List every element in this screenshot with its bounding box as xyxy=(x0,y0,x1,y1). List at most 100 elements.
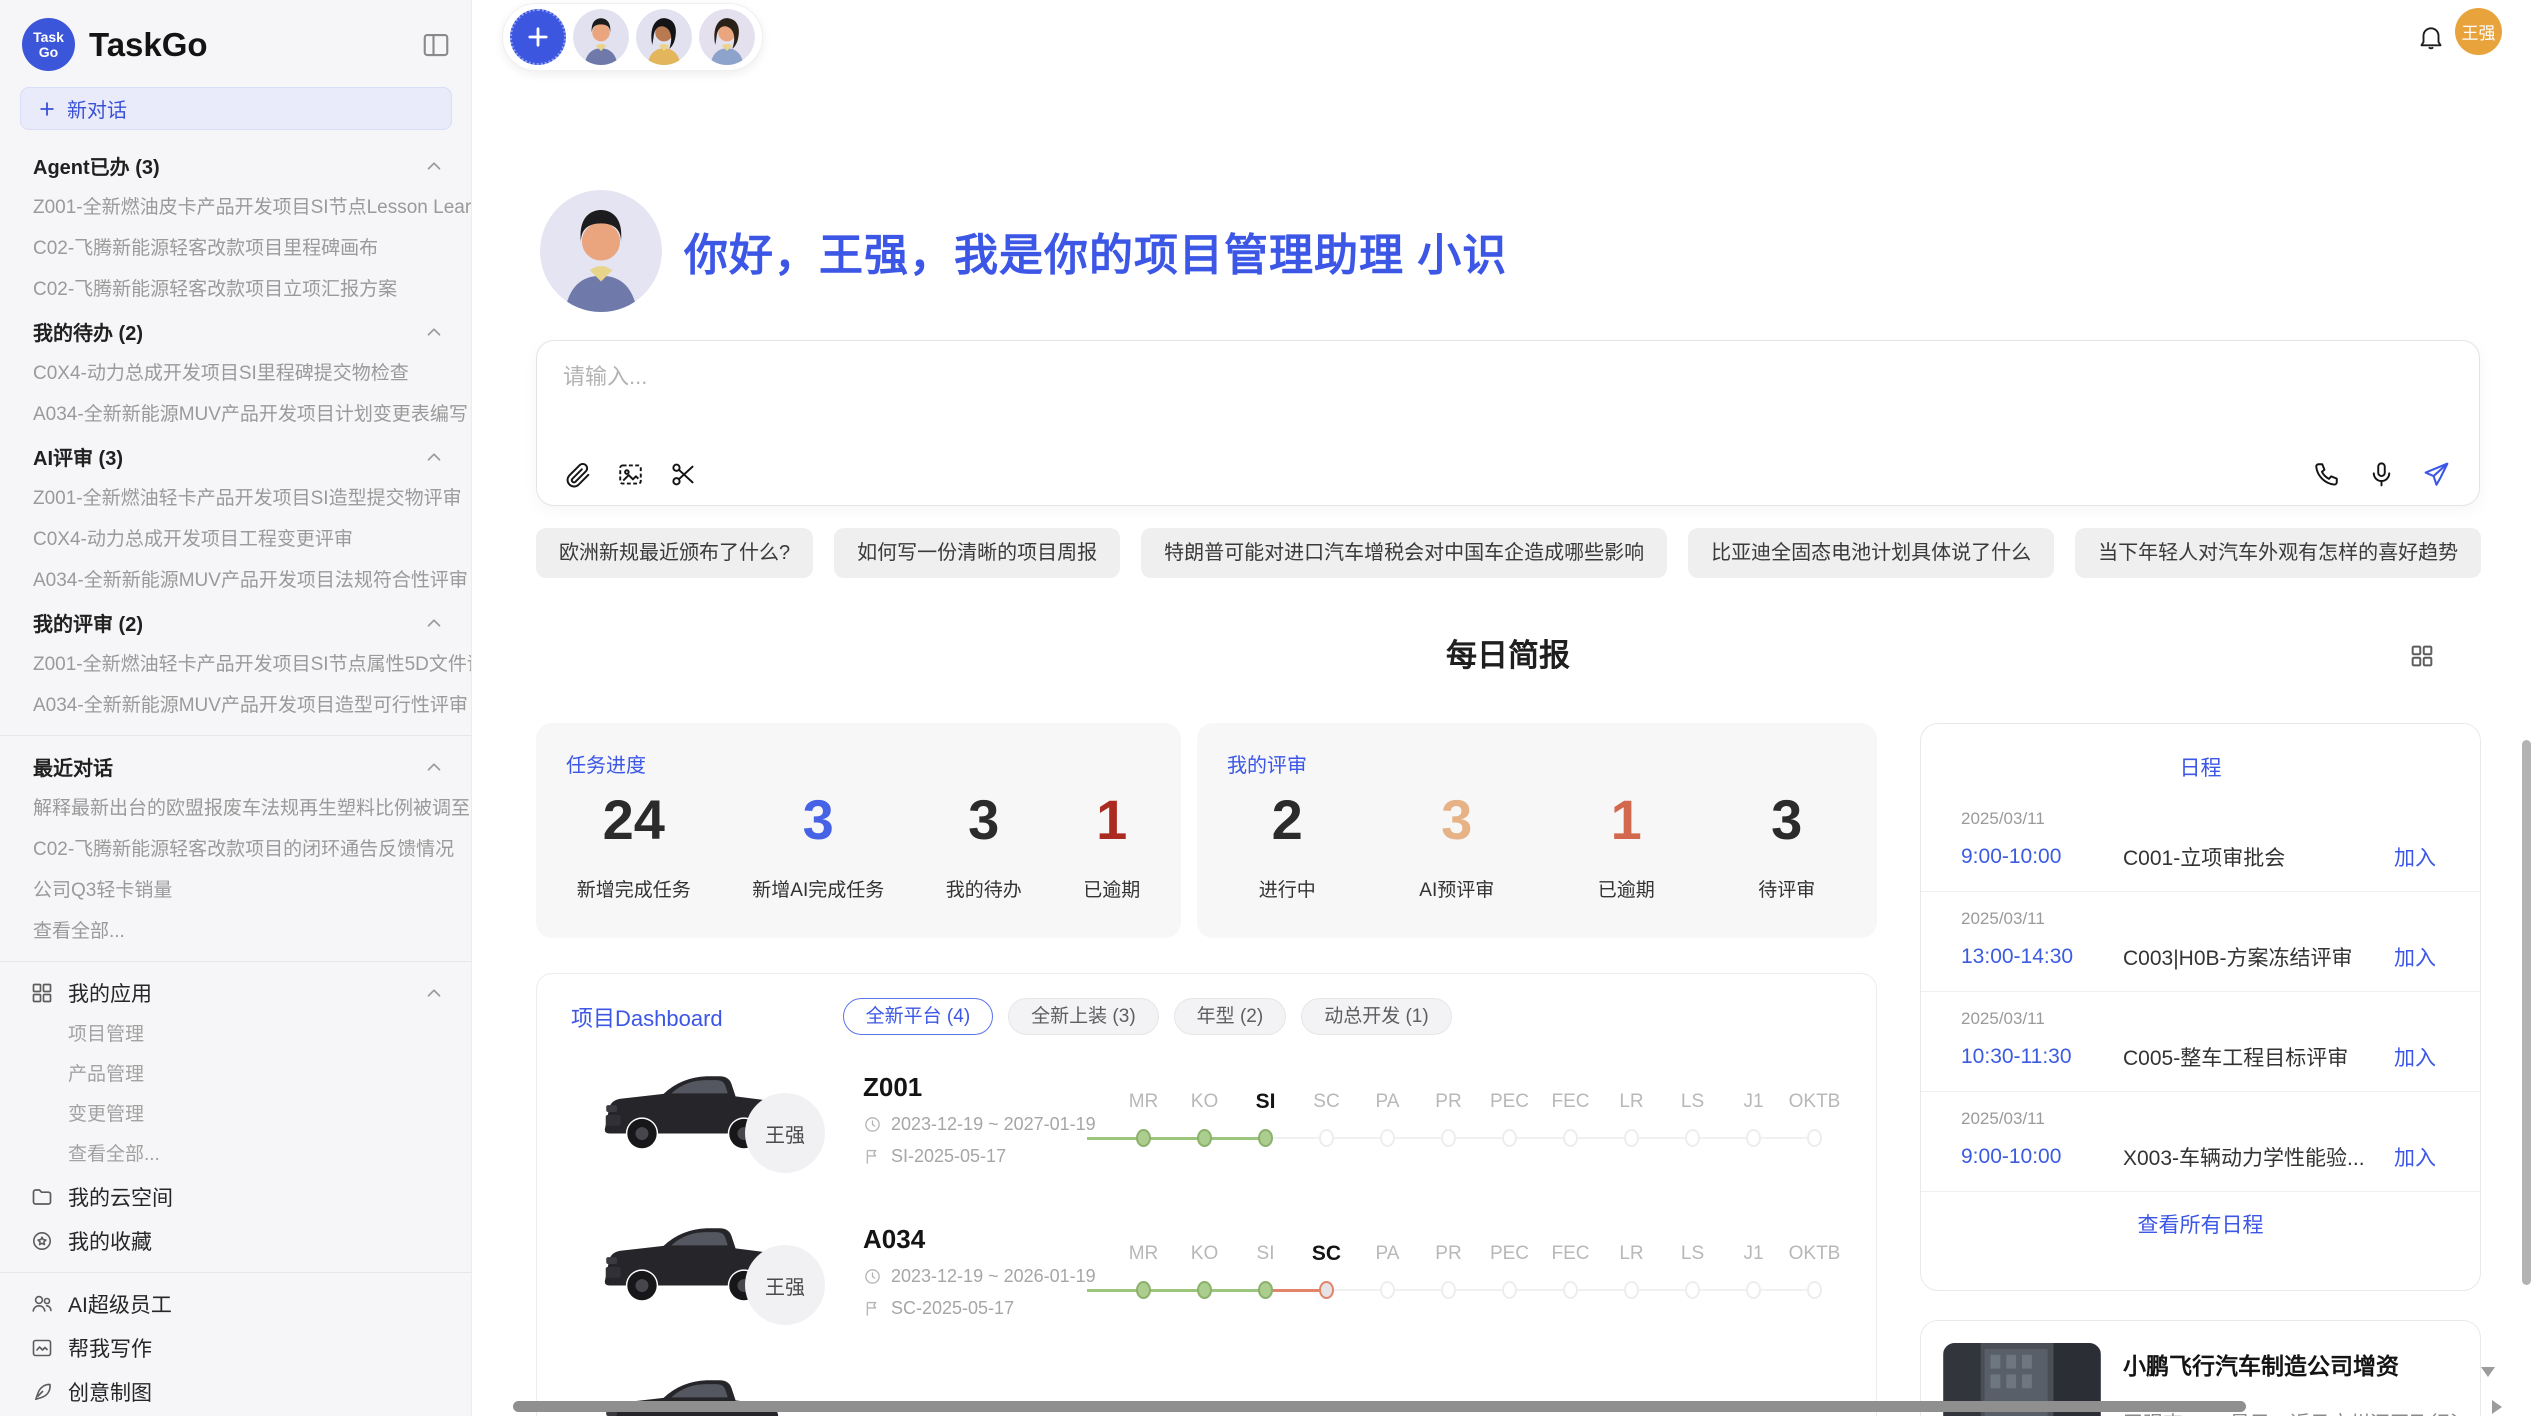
sidebar-task-item[interactable]: C0X4-动力总成开发项目SI里程碑提交物检查 xyxy=(0,353,471,394)
scroll-down-arrow[interactable] xyxy=(2481,1367,2495,1377)
dashboard-tab[interactable]: 全新上装 (3) xyxy=(1008,998,1159,1035)
flag-icon xyxy=(863,1299,891,1318)
sidebar-section-header[interactable]: Agent已办 (3) xyxy=(0,144,471,187)
chevron-up-icon xyxy=(423,321,445,343)
agent-avatar-bar xyxy=(502,3,763,71)
suggestion-chip[interactable]: 欧洲新规最近颁布了什么? xyxy=(536,528,813,578)
project-dashboard-card: 项目Dashboard 全新平台 (4)全新上装 (3)年型 (2)动总开发 (… xyxy=(536,973,1877,1416)
agent-avatar-3[interactable] xyxy=(699,9,755,65)
sidebar-tool-quill[interactable]: 创意制图 xyxy=(0,1370,471,1414)
suggestion-chip[interactable]: 如何写一份清晰的项目周报 xyxy=(834,528,1120,578)
recent-chat-item[interactable]: 解释最新出台的欧盟报废车法规再生塑料比例被调至15%... xyxy=(0,788,471,829)
horizontal-scrollbar[interactable] xyxy=(513,1401,2246,1412)
apps-view-all-link[interactable]: 查看全部... xyxy=(0,1135,471,1175)
user-avatar[interactable]: 王强 xyxy=(2455,8,2502,55)
join-link[interactable]: 加入 xyxy=(2394,842,2436,872)
chat-input[interactable] xyxy=(563,359,2443,439)
send-icon[interactable] xyxy=(2422,460,2451,489)
sidebar-collapse-icon[interactable] xyxy=(421,30,451,60)
schedule-time: 13:00-14:30 xyxy=(1961,945,2123,969)
new-chat-button[interactable]: 新对话 xyxy=(20,87,452,130)
milestone-dot xyxy=(1441,1281,1456,1299)
sidebar-task-item[interactable]: C02-飞腾新能源轻客改款项目立项汇报方案 xyxy=(0,269,471,310)
project-code: A034 xyxy=(863,1224,1113,1255)
suggestion-chip[interactable]: 当下年轻人对汽车外观有怎样的喜好趋势 xyxy=(2075,528,2481,578)
image-icon[interactable] xyxy=(616,460,645,489)
milestone: MR xyxy=(1113,1089,1174,1149)
app-item[interactable]: 项目管理 xyxy=(0,1015,471,1055)
app-item[interactable]: 变更管理 xyxy=(0,1095,471,1135)
sidebar-task-item[interactable]: Z001-全新燃油轻卡产品开发项目SI节点属性5D文件评审 xyxy=(0,644,471,685)
recent-view-all-link[interactable]: 查看全部... xyxy=(0,911,471,952)
layout-grid-icon[interactable] xyxy=(2408,642,2436,670)
join-link[interactable]: 加入 xyxy=(2394,942,2436,972)
notification-bell-icon[interactable] xyxy=(2416,22,2446,52)
app-item[interactable]: 产品管理 xyxy=(0,1055,471,1095)
agent-avatar-2[interactable] xyxy=(636,9,692,65)
my-apps-header[interactable]: 我的应用 xyxy=(0,971,471,1015)
sidebar-task-item[interactable]: C02-飞腾新能源轻客改款项目里程碑画布 xyxy=(0,228,471,269)
project-row[interactable]: 王强Z0012023-12-19 ~ 2027-01-19SI-2025-05-… xyxy=(537,1043,1876,1195)
milestone-connector xyxy=(1326,1289,1388,1291)
stats-card-title: 任务进度 xyxy=(566,749,646,778)
sidebar-task-item[interactable]: A034-全新新能源MUV产品开发项目法规符合性评审 xyxy=(0,560,471,601)
milestone-dot xyxy=(1502,1281,1517,1299)
join-link[interactable]: 加入 xyxy=(2394,1042,2436,1072)
sidebar-task-item[interactable]: A034-全新新能源MUV产品开发项目计划变更表编写 xyxy=(0,394,471,435)
mic-icon[interactable] xyxy=(2367,460,2396,489)
phone-icon[interactable] xyxy=(2312,460,2341,489)
milestone-dot xyxy=(1685,1129,1700,1147)
project-row[interactable]: 王强A0342023-12-19 ~ 2026-01-19SC-2025-05-… xyxy=(537,1195,1876,1347)
schedule-time: 9:00-10:00 xyxy=(1961,1145,2123,1169)
milestone-connector xyxy=(1265,1137,1327,1139)
milestone-label: LS xyxy=(1662,1241,1723,1267)
scroll-right-arrow[interactable] xyxy=(2492,1400,2502,1414)
schedule-event-title: C001-立项审批会 xyxy=(2123,842,2384,872)
sidebar-task-item[interactable]: Z001-全新燃油皮卡产品开发项目SI节点Lesson Learn报告 xyxy=(0,187,471,228)
recent-chat-item[interactable]: C02-飞腾新能源轻客改款项目的闭环通告反馈情况 xyxy=(0,829,471,870)
view-all-schedule-link[interactable]: 查看所有日程 xyxy=(1921,1209,2480,1239)
suggestion-chip[interactable]: 特朗普可能对进口汽车增税会对中国车企造成哪些影响 xyxy=(1141,528,1667,578)
attach-icon[interactable] xyxy=(563,460,592,489)
dashboard-tab[interactable]: 年型 (2) xyxy=(1174,998,1287,1035)
sidebar-task-item[interactable]: A034-全新新能源MUV产品开发项目造型可行性评审 xyxy=(0,685,471,726)
clock-icon xyxy=(863,1267,891,1286)
milestone-dot xyxy=(1319,1281,1334,1299)
recent-chats-header[interactable]: 最近对话 xyxy=(0,745,471,788)
logo-text-bottom: Go xyxy=(39,45,58,60)
milestone: OKTB xyxy=(1784,1089,1845,1149)
sidebar-tool-write[interactable]: 帮我写作 xyxy=(0,1326,471,1370)
sidebar-item-badge[interactable]: 我的收藏 xyxy=(0,1219,471,1263)
sidebar-section-header[interactable]: AI评审 (3) xyxy=(0,435,471,478)
dashboard-tab[interactable]: 动总开发 (1) xyxy=(1301,998,1452,1035)
agent-avatar-1[interactable] xyxy=(573,9,629,65)
clock-icon xyxy=(863,1115,891,1134)
scissors-icon[interactable] xyxy=(669,460,698,489)
schedule-row: 9:00-10:00C001-立项审批会加入 xyxy=(1961,842,2436,872)
sidebar-section-header[interactable]: 我的待办 (2) xyxy=(0,310,471,353)
project-car: 王强 xyxy=(593,1205,845,1337)
recent-chat-item[interactable]: 公司Q3轻卡销量 xyxy=(0,870,471,911)
people-icon xyxy=(30,1292,54,1316)
milestone-label: SC xyxy=(1296,1241,1357,1267)
chevron-up-icon xyxy=(423,982,445,1004)
divider xyxy=(0,1272,471,1273)
vertical-scrollbar[interactable] xyxy=(2522,740,2531,1285)
milestone: PA xyxy=(1357,1241,1418,1301)
milestone-dot xyxy=(1441,1129,1456,1147)
my-review-card: 我的评审2进行中3AI预评审1已逾期3待评审 xyxy=(1197,723,1877,938)
sidebar-item-folder[interactable]: 我的云空间 xyxy=(0,1175,471,1219)
project-list: 王强Z0012023-12-19 ~ 2027-01-19SI-2025-05-… xyxy=(537,1043,1876,1416)
sidebar-task-item[interactable]: C0X4-动力总成开发项目工程变更评审 xyxy=(0,519,471,560)
sidebar-section-header[interactable]: 我的评审 (2) xyxy=(0,601,471,644)
suggestion-chip[interactable]: 比亚迪全固态电池计划具体说了什么 xyxy=(1688,528,2054,578)
sidebar-tool-people[interactable]: AI超级员工 xyxy=(0,1282,471,1326)
sidebar-task-item[interactable]: Z001-全新燃油轻卡产品开发项目SI造型提交物评审 xyxy=(0,478,471,519)
join-link[interactable]: 加入 xyxy=(2394,1142,2436,1172)
milestone-label: PEC xyxy=(1479,1241,1540,1267)
dashboard-tab[interactable]: 全新平台 (4) xyxy=(843,998,994,1035)
milestone-connector xyxy=(1631,1289,1693,1291)
add-agent-button[interactable] xyxy=(510,9,566,65)
sidebar-section-title: 我的待办 (2) xyxy=(33,317,423,346)
project-flag-label: SC-2025-05-17 xyxy=(891,1298,1014,1319)
